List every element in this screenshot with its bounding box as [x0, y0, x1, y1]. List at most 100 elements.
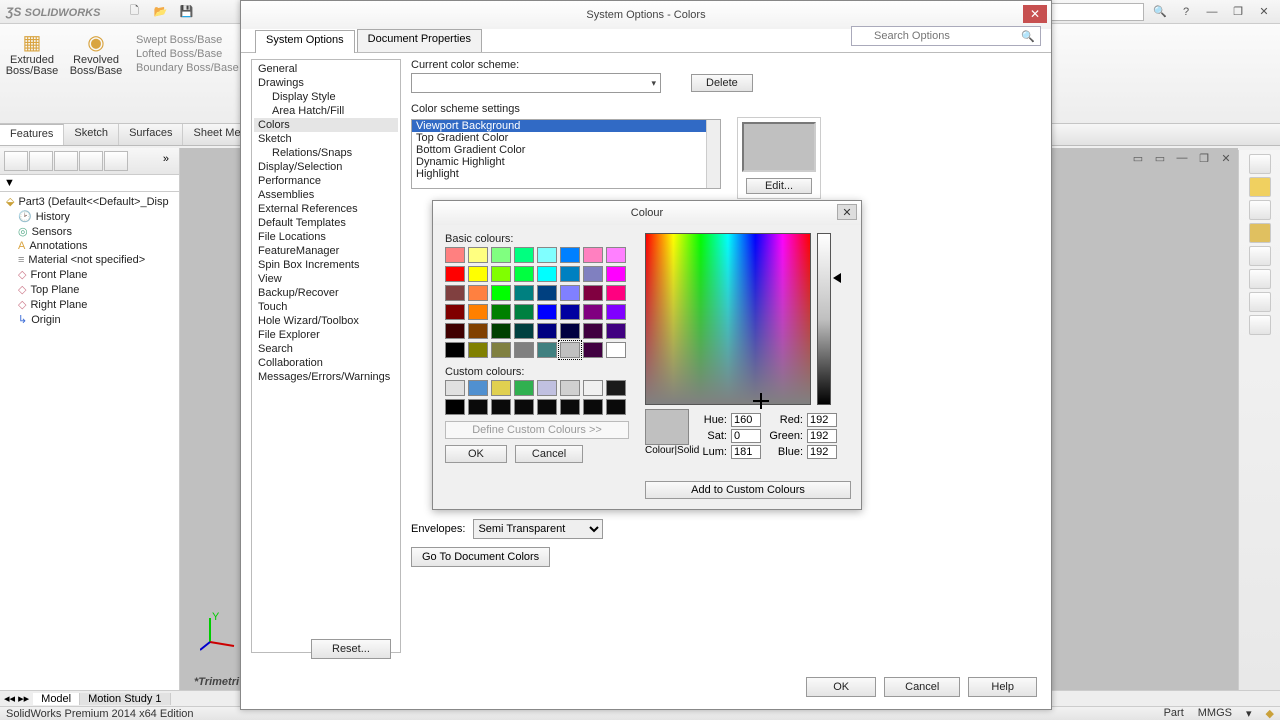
cat-sketch[interactable]: Sketch — [254, 132, 398, 146]
taskpane-btn-3[interactable] — [1249, 200, 1271, 220]
tree-right-plane[interactable]: ◇Right Plane — [4, 297, 175, 312]
basic-colour-swatch[interactable] — [606, 342, 626, 358]
filter-bar[interactable]: ▼ — [0, 175, 179, 192]
colour-ok-button[interactable]: OK — [445, 445, 507, 463]
basic-colour-swatch[interactable] — [445, 266, 465, 282]
basic-colour-swatch[interactable] — [445, 304, 465, 320]
tree-origin[interactable]: ↳Origin — [4, 312, 175, 327]
colour-dialog-titlebar[interactable]: Colour ✕ — [433, 201, 861, 225]
basic-colour-swatch[interactable] — [583, 266, 603, 282]
save-icon[interactable]: 💾 — [176, 4, 196, 20]
basic-colour-swatch[interactable] — [560, 323, 580, 339]
dialog-title-bar[interactable]: System Options - Colors ✕ — [241, 1, 1051, 29]
cat-view[interactable]: View — [254, 272, 398, 286]
minimize-icon[interactable]: — — [1202, 4, 1222, 20]
fm-tab-5[interactable] — [104, 151, 128, 171]
vp-restore-icon[interactable]: ❐ — [1194, 150, 1214, 166]
model-tab[interactable]: Model — [33, 693, 80, 705]
basic-colour-swatch[interactable] — [537, 247, 557, 263]
tab-surfaces[interactable]: Surfaces — [119, 124, 183, 145]
taskpane-btn-2[interactable] — [1249, 177, 1271, 197]
basic-colour-swatch[interactable] — [537, 285, 557, 301]
red-input[interactable] — [807, 413, 837, 427]
restore-icon[interactable]: ❐ — [1228, 4, 1248, 20]
custom-colour-swatch[interactable] — [514, 380, 534, 396]
taskpane-btn-7[interactable] — [1249, 292, 1271, 312]
open-doc-icon[interactable]: 📂 — [150, 4, 170, 20]
basic-colour-swatch[interactable] — [560, 304, 580, 320]
cat-backup[interactable]: Backup/Recover — [254, 286, 398, 300]
help-button[interactable]: Help — [968, 677, 1037, 697]
cat-performance[interactable]: Performance — [254, 174, 398, 188]
basic-colour-swatch[interactable] — [606, 323, 626, 339]
basic-colour-swatch[interactable] — [606, 247, 626, 263]
extruded-boss-button[interactable]: ▦ Extruded Boss/Base — [8, 30, 56, 77]
motion-study-tab[interactable]: Motion Study 1 — [80, 693, 170, 705]
basic-colour-swatch[interactable] — [468, 285, 488, 301]
custom-colour-swatch[interactable] — [491, 380, 511, 396]
tree-top-plane[interactable]: ◇Top Plane — [4, 282, 175, 297]
category-list[interactable]: General Drawings Display Style Area Hatc… — [251, 59, 401, 653]
cat-collaboration[interactable]: Collaboration — [254, 356, 398, 370]
fm-tab-2[interactable] — [29, 151, 53, 171]
tab-features[interactable]: Features — [0, 124, 64, 145]
custom-colour-swatch[interactable] — [537, 399, 557, 415]
basic-colour-swatch[interactable] — [468, 342, 488, 358]
tab-sketch[interactable]: Sketch — [64, 124, 119, 145]
basic-colour-swatch[interactable] — [583, 323, 603, 339]
taskpane-btn-4[interactable] — [1249, 223, 1271, 243]
reset-button[interactable]: Reset... — [311, 639, 391, 659]
basic-colour-swatch[interactable] — [468, 266, 488, 282]
cat-featuremanager[interactable]: FeatureManager — [254, 244, 398, 258]
boundary-boss-button[interactable]: Boundary Boss/Base — [136, 62, 239, 74]
tree-material[interactable]: ≡Material <not specified> — [4, 253, 175, 267]
delete-button[interactable]: Delete — [691, 74, 753, 92]
cat-file-explorer[interactable]: File Explorer — [254, 328, 398, 342]
search-icon[interactable]: 🔍 — [1150, 4, 1170, 20]
taskpane-btn-5[interactable] — [1249, 246, 1271, 266]
cat-colors[interactable]: Colors — [254, 118, 398, 132]
basic-colour-swatch[interactable] — [583, 285, 603, 301]
cat-display-style[interactable]: Display Style — [254, 90, 398, 104]
blue-input[interactable] — [807, 445, 837, 459]
basic-colour-swatch[interactable] — [514, 304, 534, 320]
vp-minimize-icon[interactable]: — — [1172, 150, 1192, 166]
basic-colour-swatch[interactable] — [583, 304, 603, 320]
tree-root[interactable]: ⬙Part3 (Default<<Default>_Disp — [4, 194, 175, 209]
sat-input[interactable] — [731, 429, 761, 443]
vp-max-icon[interactable]: ▭ — [1150, 150, 1170, 166]
taskpane-btn-1[interactable] — [1249, 154, 1271, 174]
add-to-custom-button[interactable]: Add to Custom Colours — [645, 481, 851, 499]
fm-tab-1[interactable] — [4, 151, 28, 171]
ok-button[interactable]: OK — [806, 677, 876, 697]
basic-colour-swatch[interactable] — [445, 323, 465, 339]
cancel-button[interactable]: Cancel — [884, 677, 960, 697]
basic-colour-swatch[interactable] — [606, 285, 626, 301]
green-input[interactable] — [807, 429, 837, 443]
setting-viewport-bg[interactable]: Viewport Background — [412, 120, 720, 132]
basic-colour-swatch[interactable] — [514, 342, 534, 358]
custom-colour-swatch[interactable] — [583, 380, 603, 396]
basic-colour-swatch[interactable] — [514, 247, 534, 263]
basic-colour-swatch[interactable] — [583, 342, 603, 358]
custom-colour-swatch[interactable] — [514, 399, 534, 415]
cat-drawings[interactable]: Drawings — [254, 76, 398, 90]
custom-colour-swatch[interactable] — [560, 399, 580, 415]
basic-colour-swatch[interactable] — [514, 285, 534, 301]
basic-colour-swatch[interactable] — [491, 285, 511, 301]
fm-tab-3[interactable] — [54, 151, 78, 171]
basic-colour-swatch[interactable] — [514, 323, 534, 339]
basic-colour-swatch[interactable] — [491, 266, 511, 282]
search-icon[interactable]: 🔍 — [1021, 30, 1035, 43]
basic-colour-swatch[interactable] — [560, 266, 580, 282]
cat-assemblies[interactable]: Assemblies — [254, 188, 398, 202]
setting-dynamic-highlight[interactable]: Dynamic Highlight — [412, 156, 720, 168]
luminance-slider[interactable] — [817, 233, 831, 405]
custom-colour-swatch[interactable] — [560, 380, 580, 396]
basic-colour-swatch[interactable] — [537, 342, 557, 358]
basic-colour-swatch[interactable] — [606, 304, 626, 320]
envelopes-combo[interactable]: Semi Transparent — [473, 519, 603, 539]
custom-colour-swatch[interactable] — [445, 399, 465, 415]
cat-general[interactable]: General — [254, 62, 398, 76]
settings-scrollbar[interactable] — [706, 120, 720, 188]
